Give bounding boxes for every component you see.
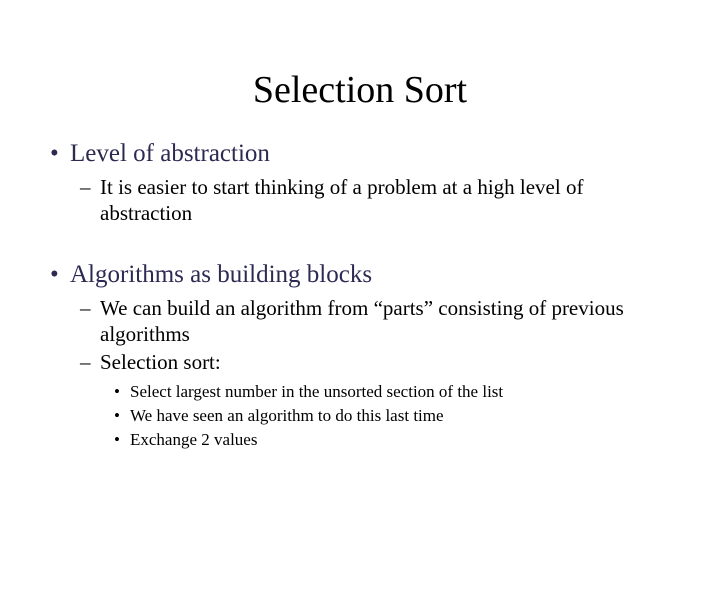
sub-list: We can build an algorithm from “parts” c… [70, 295, 660, 453]
list-item-label: We can build an algorithm from “parts” c… [100, 296, 624, 346]
list-item-label: It is easier to start thinking of a prob… [100, 175, 583, 225]
list-item-label: Exchange 2 values [130, 430, 257, 449]
list-item: Select largest number in the unsorted se… [130, 381, 660, 404]
sub-sub-list: Select largest number in the unsorted se… [100, 381, 660, 452]
list-item: Selection sort: Select largest number in… [100, 349, 660, 452]
list-item: Exchange 2 values [130, 429, 660, 452]
list-item: We can build an algorithm from “parts” c… [100, 295, 660, 348]
slide: Selection Sort Level of abstraction It i… [0, 68, 720, 608]
sub-list: It is easier to start thinking of a prob… [70, 174, 660, 227]
list-item-label: Selection sort: [100, 350, 221, 374]
list-item-label: Level of abstraction [70, 140, 270, 167]
list-item: We have seen an algorithm to do this las… [130, 405, 660, 428]
list-item: Algorithms as building blocks We can bui… [70, 261, 660, 453]
bullet-list: Algorithms as building blocks We can bui… [0, 261, 720, 453]
list-item: Level of abstraction It is easier to sta… [70, 140, 660, 227]
list-item-label: Algorithms as building blocks [70, 261, 372, 288]
spacer [0, 231, 720, 261]
list-item-label: We have seen an algorithm to do this las… [130, 406, 444, 425]
slide-title: Selection Sort [0, 68, 720, 112]
list-item: It is easier to start thinking of a prob… [100, 174, 660, 227]
list-item-label: Select largest number in the unsorted se… [130, 382, 503, 401]
bullet-list: Level of abstraction It is easier to sta… [0, 140, 720, 227]
